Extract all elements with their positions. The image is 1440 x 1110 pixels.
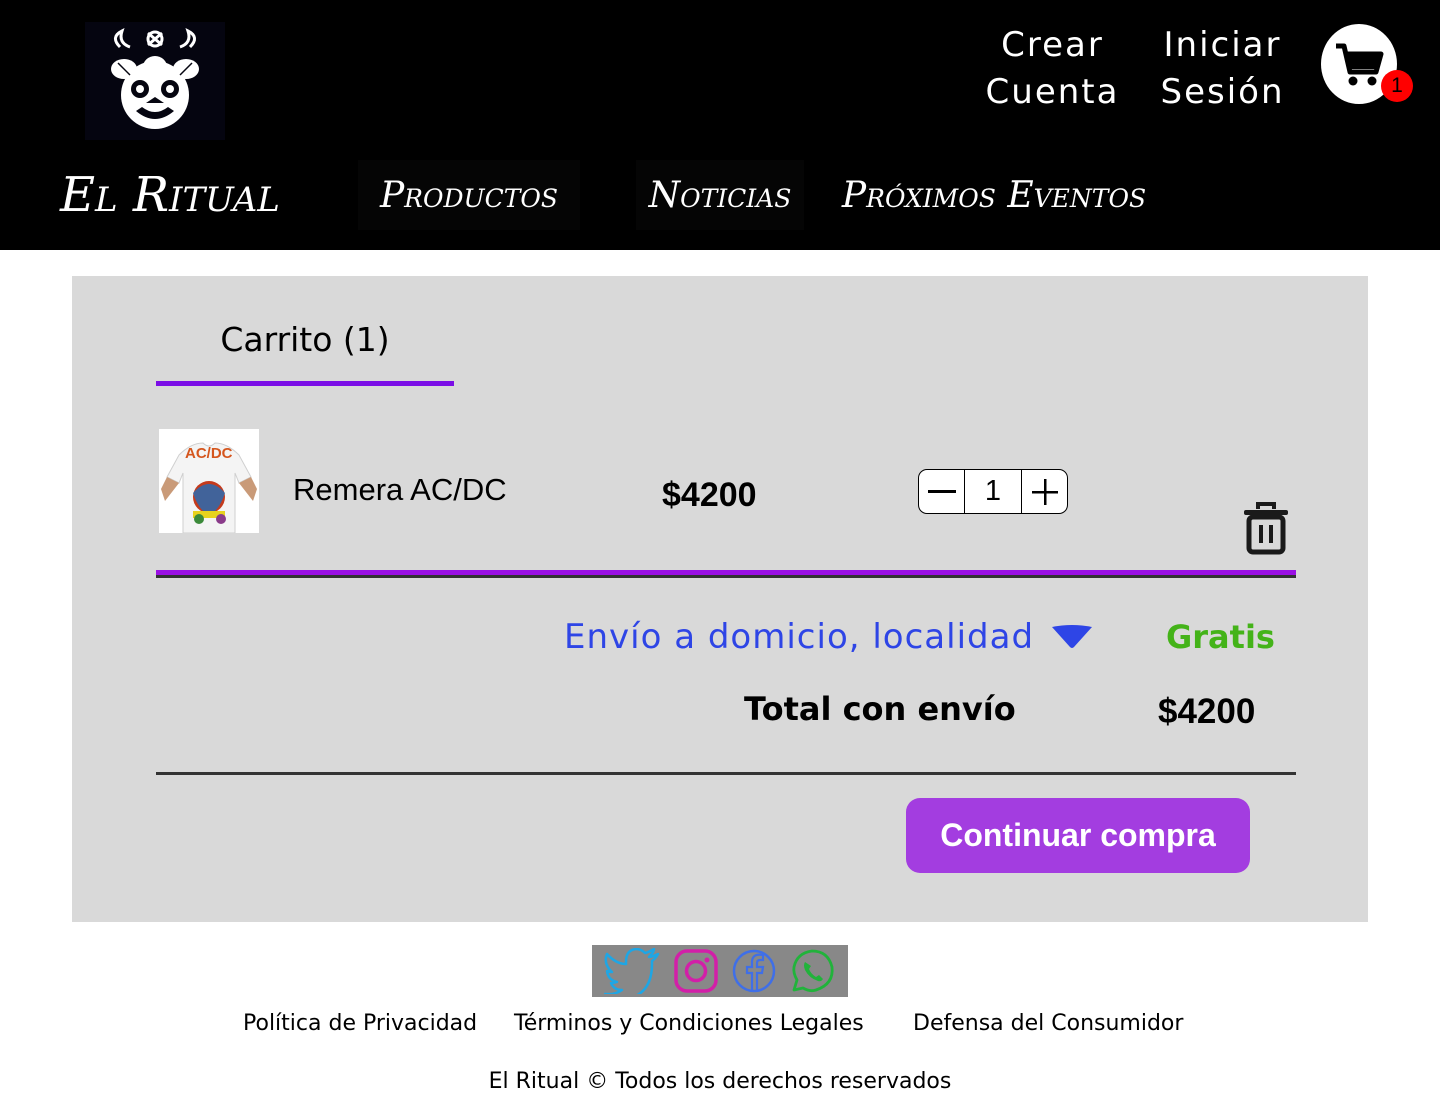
shipping-price: Gratis	[1166, 618, 1275, 656]
facebook-icon[interactable]	[731, 948, 777, 994]
total-value: $4200	[1158, 692, 1256, 731]
caret-down-icon	[1052, 625, 1093, 648]
shipping-label: Envío a domicio, localidad	[564, 617, 1035, 657]
continue-purchase-button[interactable]: Continuar compra	[906, 798, 1250, 873]
plus-icon	[1031, 478, 1058, 505]
footer-link-terms[interactable]: Términos y Condiciones Legales	[514, 1011, 864, 1036]
create-account-line1: Crear	[1001, 25, 1104, 65]
shopping-cart-icon	[1336, 43, 1384, 86]
create-account-line2: Cuenta	[985, 72, 1120, 112]
shipping-selector[interactable]: Envío a domicio, localidad	[564, 617, 1094, 657]
product-thumbnail-text: AC/DC	[185, 445, 233, 462]
login-line2: Sesión	[1160, 72, 1285, 112]
instagram-icon[interactable]	[673, 948, 719, 994]
quantity-stepper: 1	[918, 469, 1068, 514]
twitter-icon[interactable]	[604, 948, 660, 994]
quantity-value[interactable]: 1	[964, 470, 1022, 513]
product-name[interactable]: Remera AC/DC	[293, 472, 507, 508]
cart-panel: Carrito (1) AC/DC Remera AC/DC $4200 1 E…	[72, 276, 1368, 922]
product-price: $4200	[662, 476, 757, 514]
product-thumbnail[interactable]: AC/DC	[159, 429, 259, 533]
trash-icon	[1244, 502, 1288, 555]
login-line1: Iniciar	[1163, 25, 1282, 65]
login-link[interactable]: Iniciar Sesión	[1160, 22, 1285, 116]
nav-item-proximos-eventos[interactable]: Próximos Eventos	[842, 160, 1146, 230]
site-header: Crear Cuenta Iniciar Sesión 1 El Ritual …	[0, 0, 1440, 250]
footer-copyright: El Ritual © Todos los derechos reservado…	[488, 1069, 952, 1094]
minus-icon	[927, 489, 956, 493]
cart-divider	[156, 570, 1296, 578]
cart-count-badge: 1	[1381, 70, 1413, 102]
nav-brand-home[interactable]: El Ritual	[60, 160, 282, 230]
footer-link-consumer-defense[interactable]: Defensa del Consumidor	[913, 1011, 1183, 1036]
remove-item-button[interactable]	[1238, 500, 1294, 556]
total-divider	[156, 772, 1296, 775]
social-links	[592, 945, 848, 997]
create-account-link[interactable]: Crear Cuenta	[985, 22, 1120, 116]
total-label: Total con envío	[744, 690, 1016, 728]
footer-link-privacy[interactable]: Política de Privacidad	[243, 1011, 477, 1036]
nav-item-productos[interactable]: Productos	[358, 160, 580, 230]
increase-quantity-button[interactable]	[1022, 470, 1067, 513]
whatsapp-icon[interactable]	[790, 948, 836, 994]
decrease-quantity-button[interactable]	[919, 470, 964, 513]
demon-mask-logo[interactable]	[85, 22, 225, 140]
nav-item-noticias[interactable]: Noticias	[636, 160, 804, 230]
tab-cart[interactable]: Carrito (1)	[156, 316, 454, 386]
